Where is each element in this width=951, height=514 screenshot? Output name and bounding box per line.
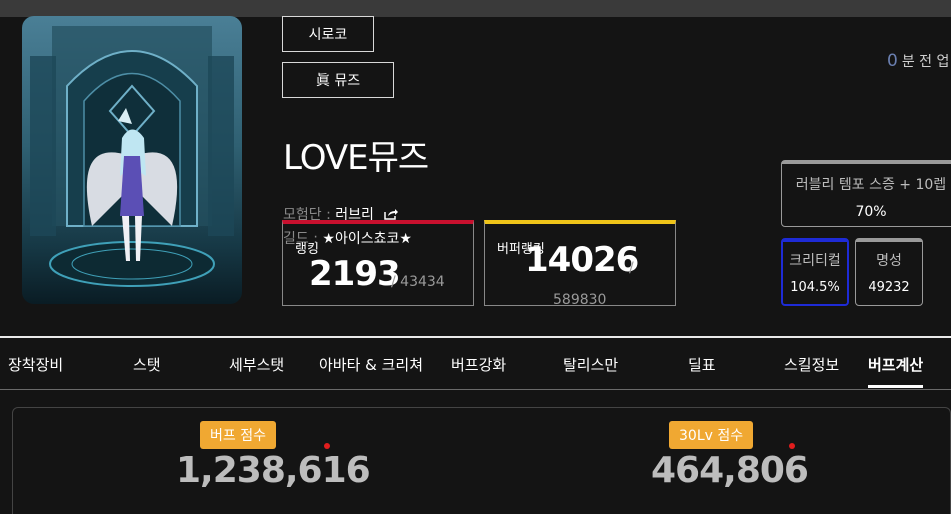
tab-skill-info[interactable]: 스킬정보 [784,354,839,375]
tab-bar: 장착장비 스탯 세부스탯 아바타 & 크리쳐 버프강화 탈리스만 딜표 스킬정보… [0,336,951,390]
tab-stats[interactable]: 스탯 [133,354,161,375]
tempo-label: 러블리 템포 스증 + 10렙 [795,177,947,193]
tab-avatar-creature[interactable]: 아바타 & 크리쳐 [319,354,423,375]
character-portrait [22,16,242,304]
tab-detail-stats[interactable]: 세부스탯 [229,354,284,375]
fame-box: 명성 49232 [855,238,923,306]
guild-name[interactable]: ★아이스쵸코★ [322,231,412,247]
updated-count: 0 [887,51,898,71]
ranking-label: 랭킹 [295,242,319,257]
buff-score-badge: 버프 점수 [200,421,276,449]
lv30-score-badge: 30Lv 점수 [669,421,754,449]
tempo-box: 러블리 템포 스증 + 10렙 70% [781,160,951,227]
buff-score-dot-icon [324,443,330,449]
tab-damage-table[interactable]: 딜표 [688,354,716,375]
tab-talisman[interactable]: 탈리스만 [563,354,618,375]
lv30-score-dot-icon [789,443,795,449]
buffer-ranking-label: 버퍼랭킹 [497,242,545,257]
buff-score-value: 1,238,616 [176,450,371,491]
buffer-ranking-box: 버퍼랭킹 14026 / 589830 [484,220,676,308]
buffer-ranking-total: 589830 [553,292,607,308]
tab-equipment[interactable]: 장착장비 [8,354,63,375]
fame-value: 49232 [868,280,910,295]
score-panel [12,407,951,514]
tab-buff-enhance[interactable]: 버프강화 [451,354,506,375]
job-tag: 眞 뮤즈 [282,62,394,98]
updated-time: 0분 전 업 [887,51,949,71]
tab-buff-calc[interactable]: 버프계산 [868,354,924,388]
server-tag: 시로코 [282,16,374,52]
ranking-total: / 43434 [391,274,445,290]
crit-value: 104.5% [790,280,840,295]
updated-text: 분 전 업 [901,54,950,70]
share-icon[interactable] [384,208,399,220]
top-bar [0,0,951,17]
lv30-score-value: 464,806 [651,450,809,491]
tempo-value: 70% [855,204,887,220]
ranking-value: 2193 [309,254,401,294]
crit-label: 크리티컬 [789,253,841,269]
character-name: LOVE뮤즈 [283,138,429,178]
crit-box: 크리티컬 104.5% [781,238,849,306]
fame-label: 명성 [876,253,902,269]
buffer-ranking-slash: / [629,260,634,276]
